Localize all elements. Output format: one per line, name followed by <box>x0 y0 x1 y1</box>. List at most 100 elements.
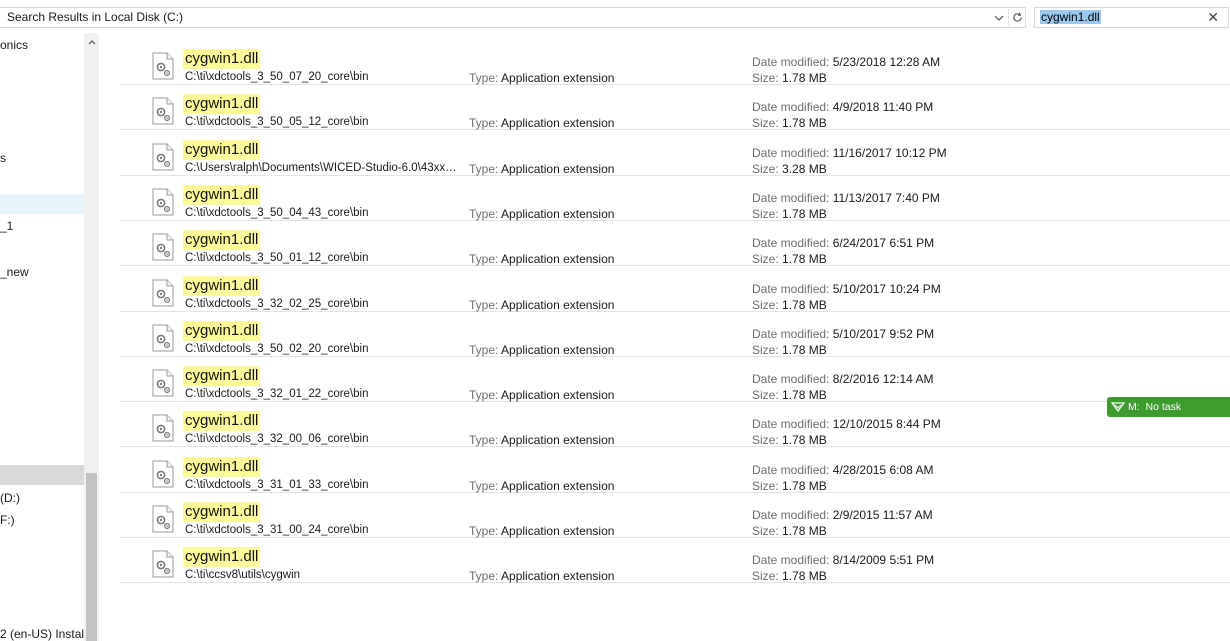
dll-file-icon <box>152 188 174 216</box>
search-input[interactable]: cygwin1.dll ✕ <box>1034 7 1229 28</box>
date-modified: Date modified: 2/9/2015 11:57 AM <box>752 508 933 522</box>
file-name[interactable]: cygwin1.dll <box>183 456 261 477</box>
result-row[interactable]: cygwin1.dll C:\ti\xdctools_3_50_02_20_co… <box>120 312 1230 357</box>
task-status-badge[interactable]: M: No task <box>1107 397 1230 417</box>
file-size: Size: 1.78 MB <box>752 206 827 221</box>
file-size: Size: 1.78 MB <box>752 252 827 267</box>
file-type: Type: Application extension <box>469 297 615 312</box>
dll-file-icon <box>152 460 174 488</box>
task-icon <box>1111 402 1125 412</box>
nav-item[interactable]: s <box>0 148 84 168</box>
file-type: Type: Application extension <box>469 388 615 403</box>
result-row[interactable]: cygwin1.dll C:\ti\xdctools_3_32_02_25_co… <box>120 267 1230 312</box>
nav-item-drive-d[interactable]: (D:) <box>0 488 84 508</box>
date-modified: Date modified: 5/10/2017 10:24 PM <box>752 281 941 296</box>
nav-scrollbar[interactable] <box>84 33 99 641</box>
date-modified: Date modified: 12/10/2015 8:44 PM <box>752 417 941 432</box>
result-row[interactable]: cygwin1.dll C:\ti\xdctools_3_50_01_12_co… <box>120 221 1230 267</box>
nav-item-drive-f[interactable]: F:) <box>0 510 84 530</box>
result-row[interactable]: cygwin1.dll C:\ti\xdctools_3_32_00_06_co… <box>120 402 1230 448</box>
date-modified: Date modified: 11/16/2017 10:12 PM <box>752 145 947 160</box>
file-type: Type: Application extension <box>469 161 615 176</box>
dll-file-icon <box>152 414 174 442</box>
refresh-icon[interactable] <box>1008 9 1025 26</box>
close-icon[interactable]: ✕ <box>1207 9 1219 25</box>
address-bar[interactable]: Search Results in Local Disk (C:) <box>0 7 1026 28</box>
navigation-pane: onics s _1 _new (D:) F:) 2 (en-US) Insta… <box>0 33 99 641</box>
file-name[interactable]: cygwin1.dll <box>183 184 261 205</box>
nav-item-selected[interactable] <box>0 194 84 214</box>
scroll-up-arrow-icon[interactable] <box>84 35 99 49</box>
file-type: Type: Application extension <box>469 524 615 538</box>
date-modified: Date modified: 8/14/2009 5:51 PM <box>752 553 935 568</box>
chevron-down-icon[interactable] <box>990 9 1007 26</box>
file-path: C:\ti\xdctools_3_32_00_06_core\bin <box>185 433 369 446</box>
file-name[interactable]: cygwin1.dll <box>183 94 261 115</box>
file-path: C:\ti\xdctools_3_50_02_20_core\bin <box>185 342 369 355</box>
file-size: Size: 1.78 MB <box>752 524 827 538</box>
search-results-list: cygwin1.dll C:\ti\xdctools_3_50_07_20_co… <box>99 33 1230 641</box>
file-path: C:\ti\xdctools_3_32_02_25_core\bin <box>185 297 369 310</box>
file-path: C:\ti\xdctools_3_50_07_20_core\bin <box>185 71 369 83</box>
file-name[interactable]: cygwin1.dll <box>183 139 261 160</box>
scroll-thumb[interactable] <box>86 473 97 641</box>
file-name[interactable]: cygwin1.dll <box>183 547 261 568</box>
dll-file-icon <box>152 550 174 578</box>
dll-file-icon <box>152 369 174 397</box>
file-name[interactable]: cygwin1.dll <box>183 275 261 296</box>
dll-file-icon <box>152 52 174 80</box>
file-path: C:\Users\ralph\Documents\WICED-Studio-6.… <box>185 161 460 174</box>
result-row[interactable]: cygwin1.dll C:\ti\xdctools_3_50_05_12_co… <box>120 85 1230 131</box>
nav-item-installation[interactable]: 2 (en-US) Installat <box>0 624 84 641</box>
file-size: Size: 1.78 MB <box>752 388 827 403</box>
file-type: Type: Application extension <box>469 116 615 131</box>
date-modified: Date modified: 8/2/2016 12:14 AM <box>752 372 934 387</box>
file-size: Size: 1.78 MB <box>752 297 827 312</box>
file-size: Size: 1.78 MB <box>752 71 827 85</box>
date-modified: Date modified: 5/23/2018 12:28 AM <box>752 55 941 69</box>
result-row[interactable]: cygwin1.dll C:\ti\xdctools_3_50_04_43_co… <box>120 176 1230 221</box>
date-modified: Date modified: 4/9/2018 11:40 PM <box>752 100 934 115</box>
dll-file-icon <box>152 143 174 171</box>
nav-item[interactable]: _new <box>0 262 84 282</box>
file-size: Size: 3.28 MB <box>752 161 827 176</box>
file-name[interactable]: cygwin1.dll <box>183 230 261 251</box>
date-modified: Date modified: 6/24/2017 6:51 PM <box>752 236 935 251</box>
address-bar-text[interactable]: Search Results in Local Disk (C:) <box>7 10 183 24</box>
file-size: Size: 1.78 MB <box>752 116 827 131</box>
file-name[interactable]: cygwin1.dll <box>183 49 261 69</box>
file-type: Type: Application extension <box>469 206 615 221</box>
file-type: Type: Application extension <box>469 252 615 267</box>
result-row[interactable]: cygwin1.dll C:\Users\ralph\Documents\WIC… <box>120 131 1230 176</box>
task-status-text: M: No task <box>1128 401 1182 413</box>
dll-file-icon <box>152 233 174 261</box>
file-name[interactable]: cygwin1.dll <box>183 366 261 387</box>
nav-item[interactable]: _1 <box>0 216 84 236</box>
result-row[interactable]: cygwin1.dll C:\ti\xdctools_3_31_01_33_co… <box>120 448 1230 493</box>
result-row[interactable]: cygwin1.dll C:\ti\xdctools_3_31_00_24_co… <box>120 493 1230 538</box>
file-name[interactable]: cygwin1.dll <box>183 320 261 341</box>
file-name[interactable]: cygwin1.dll <box>183 502 261 522</box>
file-type: Type: Application extension <box>469 569 615 584</box>
file-path: C:\ti\xdctools_3_31_01_33_core\bin <box>185 478 369 491</box>
file-size: Size: 1.78 MB <box>752 478 827 493</box>
file-path: C:\ti\ccsv8\utils\cygwin <box>185 569 301 582</box>
file-size: Size: 1.78 MB <box>752 569 827 584</box>
file-type: Type: Application extension <box>469 433 615 448</box>
dll-file-icon <box>152 279 174 306</box>
dll-file-icon <box>152 505 174 533</box>
nav-item-highlighted[interactable] <box>0 465 84 485</box>
file-size: Size: 1.78 MB <box>752 342 827 357</box>
search-query[interactable]: cygwin1.dll <box>1040 10 1101 24</box>
file-path: C:\ti\xdctools_3_32_01_22_core\bin <box>185 388 369 401</box>
date-modified: Date modified: 5/10/2017 9:52 PM <box>752 326 935 341</box>
result-row[interactable]: cygwin1.dll C:\ti\xdctools_3_50_07_20_co… <box>120 40 1230 85</box>
file-type: Type: Application extension <box>469 478 615 493</box>
file-type: Type: Application extension <box>469 342 615 357</box>
date-modified: Date modified: 11/13/2017 7:40 PM <box>752 190 940 205</box>
dll-file-icon <box>152 324 174 352</box>
result-row[interactable]: cygwin1.dll C:\ti\ccsv8\utils\cygwin Typ… <box>120 538 1230 584</box>
result-row[interactable]: cygwin1.dll C:\ti\xdctools_3_32_01_22_co… <box>120 357 1230 403</box>
file-name[interactable]: cygwin1.dll <box>183 411 261 432</box>
nav-item[interactable]: onics <box>0 35 84 55</box>
